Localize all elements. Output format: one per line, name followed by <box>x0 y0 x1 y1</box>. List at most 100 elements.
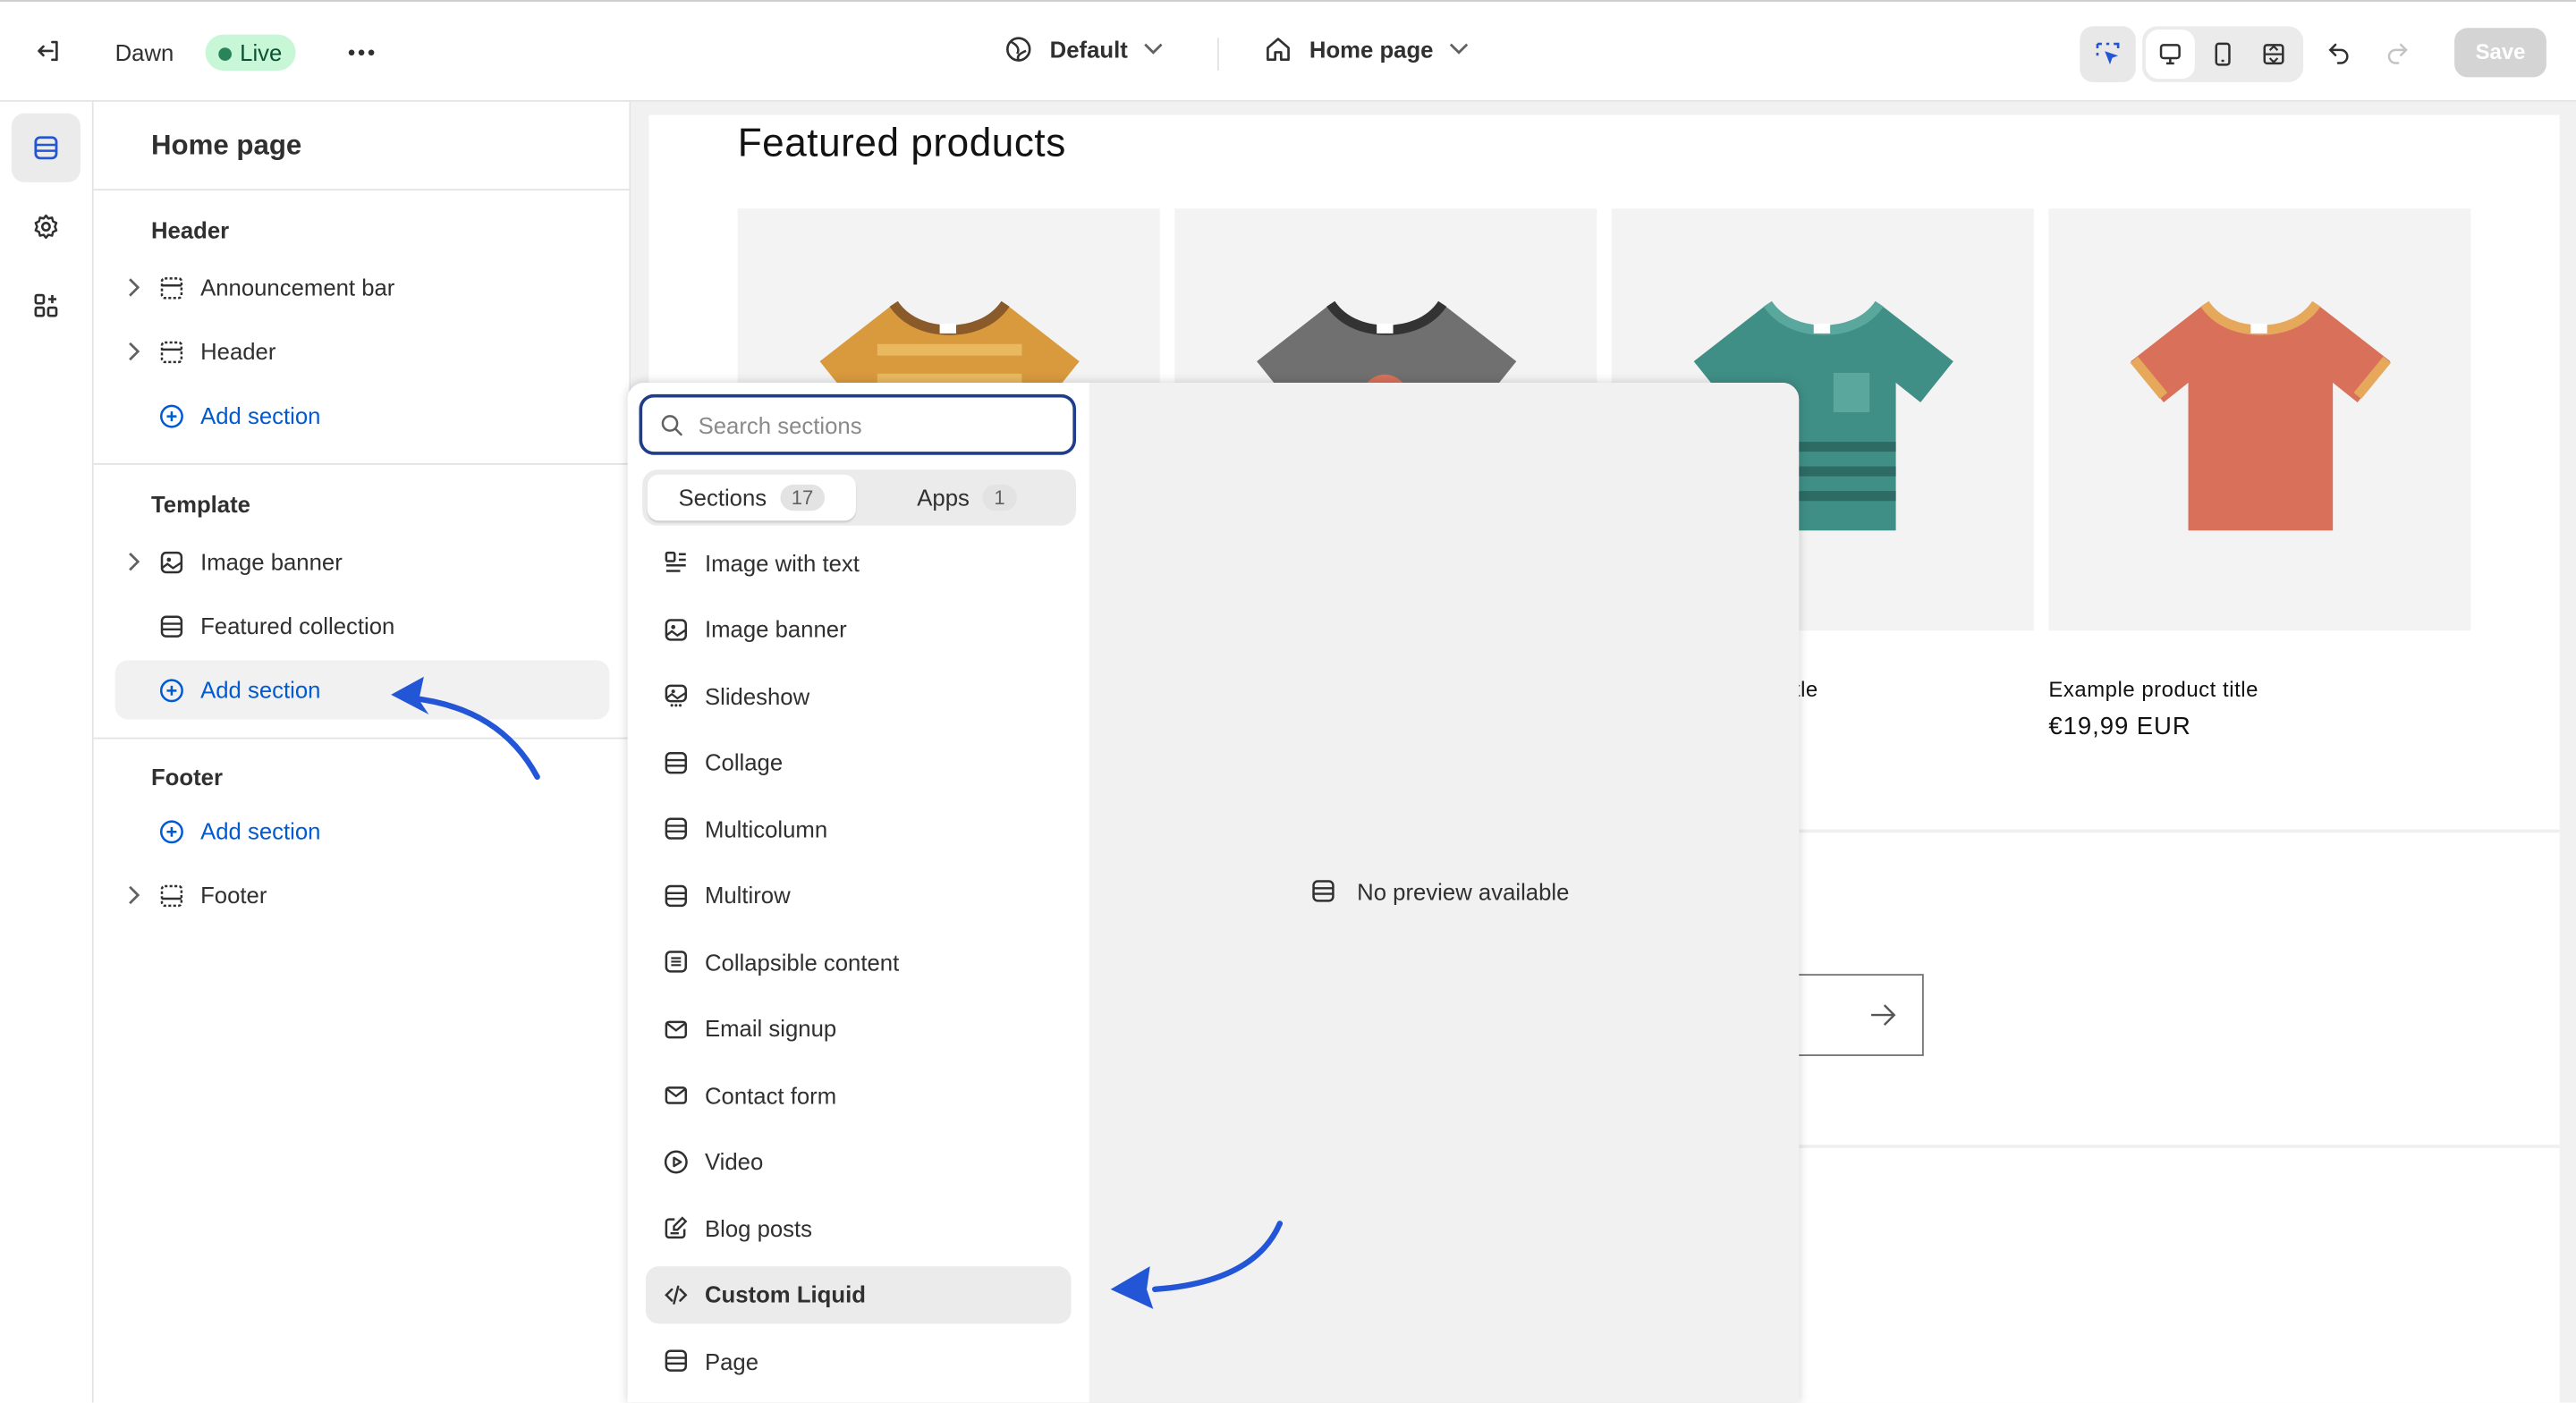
plus-circle-icon <box>151 817 191 845</box>
status-text: Live <box>240 39 283 66</box>
section-icon <box>646 748 705 776</box>
section-footer[interactable]: Footer <box>115 866 610 925</box>
app-embeds-button[interactable] <box>20 279 72 332</box>
section-icon <box>151 612 191 639</box>
email-icon <box>646 1081 705 1109</box>
annotation-arrow <box>391 676 540 780</box>
select-cursor-icon <box>2096 42 2120 65</box>
section-option-page[interactable]: Page <box>646 1332 1072 1390</box>
section-option-label: Multicolumn <box>704 815 828 842</box>
divider <box>1217 38 1219 71</box>
undo-icon <box>2328 43 2349 64</box>
section-option-label: Collage <box>704 748 784 775</box>
chevron-down-icon <box>1450 43 1470 55</box>
undo-button[interactable] <box>2313 26 2366 79</box>
section-option-email-signup[interactable]: Email signup <box>646 1000 1072 1057</box>
tab-apps[interactable]: Apps 1 <box>862 475 1071 520</box>
divider <box>93 737 631 740</box>
blog-icon <box>646 1213 705 1241</box>
section-option-label: Image banner <box>704 615 847 643</box>
section-announcement-bar[interactable]: Announcement bar <box>115 258 610 317</box>
section-option-label: Page <box>704 1348 759 1374</box>
section-option-label: Image with text <box>704 549 860 576</box>
section-option-custom-liquid[interactable]: Custom Liquid <box>645 1265 1072 1323</box>
page-title: Home page <box>150 130 302 161</box>
section-option-multicolumn[interactable]: Multicolumn <box>646 799 1072 857</box>
sections-nav-button[interactable] <box>11 113 80 182</box>
sections-icon <box>34 136 58 160</box>
section-option-label: Slideshow <box>704 682 810 709</box>
section-option-label: Blog posts <box>704 1214 813 1241</box>
section-image-banner[interactable]: Image banner <box>115 532 610 591</box>
more-actions-button[interactable] <box>335 26 388 79</box>
tab-label: Apps <box>917 484 970 511</box>
top-bar: Dawn Live Default Home page Save <box>0 0 2576 102</box>
tab-sections[interactable]: Sections 17 <box>647 474 856 521</box>
chevron-down-icon <box>1145 43 1164 55</box>
live-dot-icon <box>218 47 232 61</box>
redo-button[interactable] <box>2370 26 2423 79</box>
play-icon <box>646 1147 705 1175</box>
apps-icon <box>34 293 58 317</box>
product-title[interactable]: Example product title <box>2048 677 2258 702</box>
add-section-label: Add section <box>200 676 321 704</box>
group-heading-header: Header <box>150 216 230 243</box>
exit-button[interactable] <box>23 25 76 78</box>
section-label: Header <box>200 338 276 365</box>
gear-icon <box>34 214 58 240</box>
plus-circle-icon <box>151 401 191 429</box>
chevron-right-icon <box>115 342 151 361</box>
add-section-header-button[interactable]: Add section <box>115 386 610 445</box>
collapsible-icon <box>646 948 705 976</box>
search-sections-input[interactable]: Search sections <box>639 393 1077 455</box>
section-option-label: Contact form <box>704 1081 837 1108</box>
section-icon <box>151 274 191 301</box>
section-option-image-with-text[interactable]: Image with text <box>646 534 1072 591</box>
section-option-blog-posts[interactable]: Blog posts <box>646 1199 1072 1256</box>
section-option-slideshow[interactable]: Slideshow <box>646 667 1072 724</box>
section-icon <box>151 881 191 909</box>
page-selector-label: Home page <box>1309 36 1434 63</box>
section-featured-collection[interactable]: Featured collection <box>115 596 610 655</box>
globe-icon <box>1006 37 1031 62</box>
desktop-icon <box>2159 44 2181 65</box>
section-icon <box>151 337 191 365</box>
section-option-multirow[interactable]: Multirow <box>646 866 1072 924</box>
theme-style-selector[interactable]: Default <box>1004 35 1164 64</box>
fullscreen-icon <box>2263 44 2284 65</box>
product-card[interactable] <box>2048 208 2471 631</box>
add-section-label: Add section <box>200 401 321 429</box>
count-badge: 17 <box>779 484 826 511</box>
section-option-label: Multirow <box>704 882 791 909</box>
fullscreen-view-button[interactable] <box>2249 30 2298 79</box>
chevron-right-icon <box>115 552 151 571</box>
section-option-label: Video <box>704 1147 764 1175</box>
home-icon <box>1267 38 1290 61</box>
tshirt-image <box>2130 300 2392 531</box>
section-option-collapsible-content[interactable]: Collapsible content <box>646 933 1072 990</box>
theme-style-label: Default <box>1049 36 1128 63</box>
section-option-collage[interactable]: Collage <box>646 733 1072 790</box>
mobile-view-button[interactable] <box>2199 30 2248 79</box>
section-label: Image banner <box>200 548 343 575</box>
section-option-video[interactable]: Video <box>646 1132 1072 1189</box>
email-icon <box>646 1014 705 1042</box>
count-badge: 1 <box>982 484 1017 511</box>
divider <box>93 462 631 465</box>
tab-label: Sections <box>678 484 767 511</box>
section-header[interactable]: Header <box>115 322 610 381</box>
section-option-contact-form[interactable]: Contact form <box>646 1066 1072 1123</box>
add-section-footer-button[interactable]: Add section <box>115 801 610 860</box>
group-heading-template: Template <box>150 491 250 518</box>
device-toggle-group <box>2142 26 2304 82</box>
desktop-view-button[interactable] <box>2145 30 2195 80</box>
save-button[interactable]: Save <box>2454 28 2546 78</box>
section-option-label: Collapsible content <box>704 948 900 976</box>
section-option-image-banner[interactable]: Image banner <box>646 600 1072 657</box>
section-icon <box>646 815 705 842</box>
status-badge: Live <box>205 34 296 71</box>
theme-settings-button[interactable] <box>20 200 72 253</box>
page-selector[interactable]: Home page <box>1263 35 1470 64</box>
inspector-button[interactable] <box>2080 26 2136 82</box>
product-price: €19,99 EUR <box>2048 713 2191 741</box>
